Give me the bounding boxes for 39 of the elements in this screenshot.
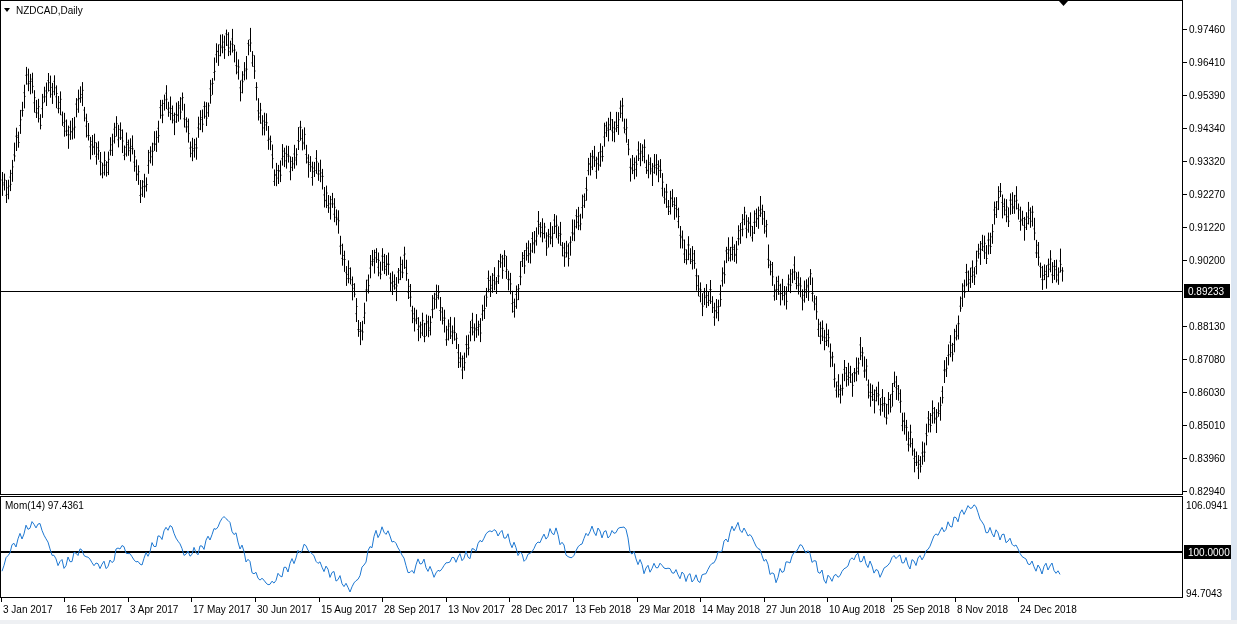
price-axis-label: 0.82940 — [1189, 486, 1226, 497]
time-axis-label: 3 Apr 2017 — [130, 604, 179, 615]
price-axis-label: 0.91220 — [1189, 222, 1226, 233]
price-axis-label: 0.92270 — [1189, 189, 1226, 200]
price-axis-label: 0.90200 — [1189, 255, 1226, 266]
time-axis-label: 3 Jan 2017 — [3, 604, 53, 615]
indicator-title: Mom(14) 97.4361 — [5, 500, 84, 511]
current-price-tag: 0.89233 — [1184, 284, 1230, 298]
price-axis-label: 0.97460 — [1189, 24, 1226, 35]
time-axis-label: 30 Jun 2017 — [257, 604, 313, 615]
time-axis-label: 14 May 2018 — [702, 604, 760, 615]
time-axis-label: 8 Nov 2018 — [957, 604, 1009, 615]
indicator-axis-label: 106.0941 — [1186, 500, 1228, 511]
price-axis-label: 0.88130 — [1189, 321, 1226, 332]
level-tag: 100.0000 — [1184, 545, 1231, 559]
time-axis-label: 28 Dec 2017 — [511, 604, 568, 615]
price-axis-label: 0.85010 — [1189, 420, 1226, 431]
time-axis-label: 29 Mar 2018 — [639, 604, 696, 615]
time-axis-label: 28 Sep 2017 — [384, 604, 441, 615]
time-axis-label: 13 Feb 2018 — [575, 604, 632, 615]
price-axis-label: 0.93320 — [1189, 156, 1226, 167]
time-axis-label: 13 Nov 2017 — [448, 604, 505, 615]
time-axis-label: 24 Dec 2018 — [1020, 604, 1077, 615]
price-axis-label: 0.86030 — [1189, 387, 1226, 398]
indicator-axis-label: 94.7043 — [1186, 588, 1223, 599]
time-axis-label: 17 May 2017 — [193, 604, 251, 615]
price-axis-label: 0.95390 — [1189, 90, 1226, 101]
time-axis-label: 15 Aug 2017 — [321, 604, 378, 615]
time-axis-label: 27 Jun 2018 — [766, 604, 822, 615]
price-axis-label: 0.87080 — [1189, 354, 1226, 365]
time-axis-label: 10 Aug 2018 — [829, 604, 886, 615]
chart-title: NZDCAD,Daily — [16, 5, 83, 16]
time-axis-label: 25 Sep 2018 — [893, 604, 950, 615]
chart-shift-marker-icon[interactable] — [1059, 1, 1068, 6]
price-axis-label: 0.83960 — [1189, 453, 1226, 464]
price-axis-label: 0.94340 — [1189, 123, 1226, 134]
dropdown-triangle-icon[interactable] — [4, 8, 10, 12]
time-axis-label: 16 Feb 2017 — [66, 604, 123, 615]
price-axis-label: 0.96410 — [1189, 57, 1226, 68]
